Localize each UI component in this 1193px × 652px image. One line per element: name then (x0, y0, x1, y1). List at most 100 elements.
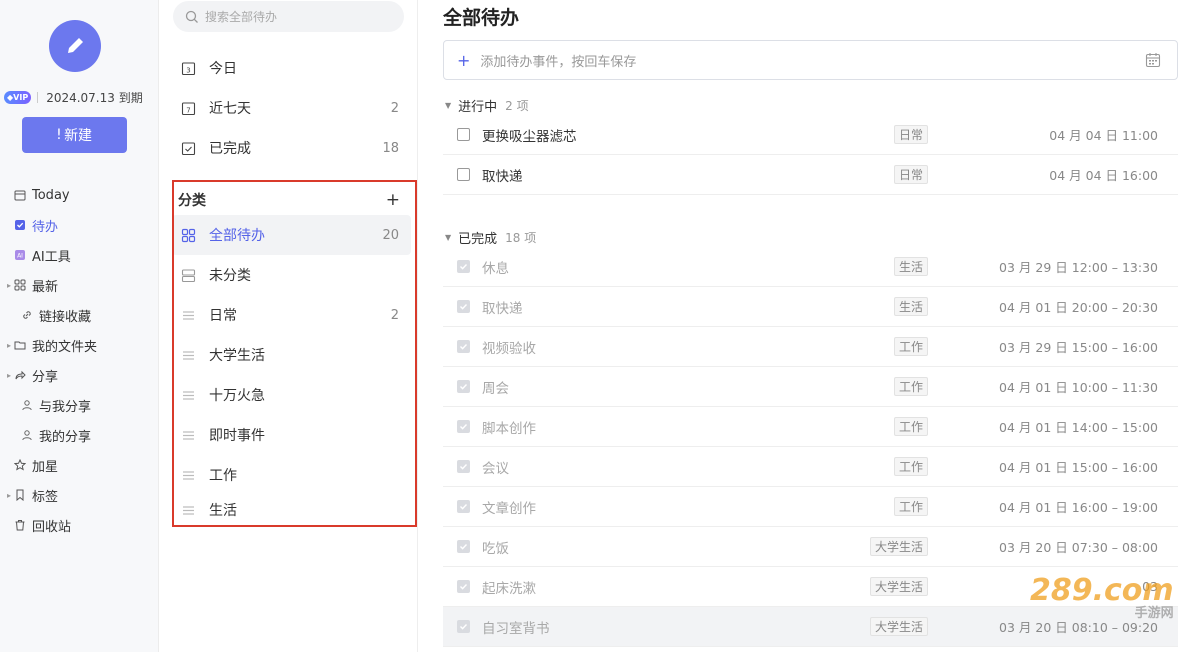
task-tag[interactable]: 工作 (893, 417, 928, 436)
bookmark-icon (14, 489, 26, 501)
task-tag[interactable]: 工作 (893, 337, 928, 356)
nav-item-link-favorites[interactable]: 链接收藏 (0, 300, 159, 330)
checked-checkbox[interactable] (457, 340, 470, 353)
task-checkbox[interactable] (457, 128, 470, 141)
group-completed[interactable]: ▼ 已完成 18 项 (445, 227, 536, 247)
task-tag[interactable]: 大学生活 (869, 577, 928, 596)
new-button[interactable]: ǃ 新建 (22, 117, 127, 153)
nav-item-my-folders[interactable]: ▸ 我的文件夹 (0, 330, 159, 360)
task-row[interactable]: 休息 生活 03 月 29 日 12:00 – 13:30 (443, 247, 1178, 287)
task-row[interactable]: 视频验收 工作 03 月 29 日 15:00 – 16:00 (443, 327, 1178, 367)
check-icon (460, 544, 468, 550)
category-all[interactable]: 全部待办 20 (172, 215, 411, 255)
group-count: 18 项 (505, 230, 537, 245)
caret-right-icon[interactable]: ▸ (4, 371, 14, 380)
checked-checkbox[interactable] (457, 620, 470, 633)
task-row[interactable]: 文章创作 工作 04 月 01 日 16:00 – 19:00 (443, 487, 1178, 527)
task-row[interactable]: 会议 工作 04 月 01 日 15:00 – 16:00 (443, 447, 1178, 487)
task-tag[interactable]: 生活 (893, 257, 928, 276)
category-work[interactable]: 工作 (172, 455, 411, 495)
task-tag[interactable]: 工作 (893, 377, 928, 396)
filter-today[interactable]: 3 今日 (172, 48, 411, 88)
task-row[interactable]: 起床洗漱 大学生活 03 (443, 567, 1178, 607)
task-tag[interactable]: 工作 (893, 497, 928, 516)
nav-item-label: 与我分享 (39, 399, 92, 415)
link-icon (21, 309, 33, 321)
category-daily[interactable]: 日常 2 (172, 295, 411, 335)
task-name: 取快递 (482, 300, 523, 317)
ai-icon: AI (14, 249, 26, 261)
nav-item-label: 待办 (32, 219, 59, 235)
task-date: 04 月 01 日 14:00 – 15:00 (999, 420, 1158, 435)
task-tag[interactable]: 日常 (893, 165, 928, 184)
user-icon (21, 399, 33, 411)
check-icon (460, 344, 468, 350)
task-row[interactable]: 更换吸尘器滤芯 日常 04 月 04 日 11:00 (443, 115, 1178, 155)
category-title: 分类 (178, 193, 206, 209)
nav-item-label: 分享 (32, 369, 59, 385)
nav-item-my-shares[interactable]: 我的分享 (0, 420, 159, 450)
checked-checkbox[interactable] (457, 260, 470, 273)
todo-check-icon (14, 219, 26, 231)
checked-checkbox[interactable] (457, 500, 470, 513)
nav-item-share[interactable]: ▸ 分享 (0, 360, 159, 390)
nav-item-recent[interactable]: ▸ 最新 (0, 270, 159, 300)
task-row[interactable]: 脚本创作 工作 04 月 01 日 14:00 – 15:00 (443, 407, 1178, 447)
category-college-life[interactable]: 大学生活 (172, 335, 411, 375)
category-instant-events[interactable]: 即时事件 (172, 415, 411, 455)
nav-item-todo[interactable]: 待办 (0, 210, 159, 240)
checked-checkbox[interactable] (457, 540, 470, 553)
checked-checkbox[interactable] (457, 300, 470, 313)
checked-checkbox[interactable] (457, 580, 470, 593)
task-name: 文章创作 (482, 500, 536, 517)
checked-checkbox[interactable] (457, 380, 470, 393)
task-row[interactable]: 周会 工作 04 月 01 日 10:00 – 11:30 (443, 367, 1178, 407)
filter-label: 今日 (209, 61, 237, 77)
nav-item-starred[interactable]: 加星 (0, 450, 159, 480)
group-in-progress[interactable]: ▼ 进行中 2 项 (445, 95, 529, 115)
task-row[interactable]: 自习室背书 大学生活 03 月 20 日 08:10 – 09:20 (443, 607, 1178, 647)
list-icon (180, 307, 196, 323)
add-todo-input[interactable]: + 添加待办事件，按回车保存 (443, 40, 1178, 80)
task-tag[interactable]: 生活 (893, 297, 928, 316)
category-label: 未分类 (209, 268, 251, 284)
vip-badge: ◆ VIP (4, 90, 32, 104)
category-uncategorized[interactable]: 未分类 (172, 255, 411, 295)
filter-completed[interactable]: 已完成 18 (172, 128, 411, 168)
task-checkbox[interactable] (457, 168, 470, 181)
task-tag[interactable]: 工作 (893, 457, 928, 476)
check-icon (460, 504, 468, 510)
app-window: ◆ VIP 2024.07.13 到期 ǃ 新建 Today 待办 AI AI工具 ▸ 最新… (0, 0, 1193, 652)
caret-right-icon[interactable]: ▸ (4, 341, 14, 350)
task-date: 03 (1142, 579, 1158, 594)
task-row[interactable]: 取快递 日常 04 月 04 日 16:00 (443, 155, 1178, 195)
nav-item-today[interactable]: Today (0, 180, 159, 210)
category-urgent[interactable]: 十万火急 (172, 375, 411, 415)
new-button-label: 新建 (64, 128, 93, 144)
new-icon: ǃ (56, 127, 62, 143)
task-name: 取快递 (482, 168, 523, 185)
add-category-icon[interactable]: + (386, 190, 400, 210)
category-label: 日常 (209, 308, 237, 324)
filter-next-seven-days[interactable]: 7 近七天 2 (172, 88, 411, 128)
nav-item-shared-with-me[interactable]: 与我分享 (0, 390, 159, 420)
nav-item-label: 加星 (32, 459, 59, 475)
caret-right-icon[interactable]: ▸ (4, 491, 14, 500)
task-tag[interactable]: 大学生活 (869, 617, 928, 636)
task-tag[interactable]: 日常 (893, 125, 928, 144)
task-date: 04 月 01 日 10:00 – 11:30 (999, 380, 1158, 395)
checked-checkbox[interactable] (457, 420, 470, 433)
checked-checkbox[interactable] (457, 460, 470, 473)
nav-item-label: 我的分享 (39, 429, 92, 445)
nav-item-ai-tools[interactable]: AI AI工具 (0, 240, 159, 270)
task-tag[interactable]: 大学生活 (869, 537, 928, 556)
search-input[interactable]: 搜索全部待办 (173, 1, 404, 32)
task-row[interactable]: 取快递 生活 04 月 01 日 20:00 – 20:30 (443, 287, 1178, 327)
user-icon (21, 429, 33, 441)
calendar-picker-icon[interactable] (1145, 52, 1161, 68)
task-row[interactable]: 吃饭 大学生活 03 月 20 日 07:30 – 08:00 (443, 527, 1178, 567)
category-life[interactable]: 生活 (172, 495, 411, 525)
caret-right-icon[interactable]: ▸ (4, 281, 14, 290)
nav-item-tags[interactable]: ▸ 标签 (0, 480, 159, 510)
nav-item-trash[interactable]: 回收站 (0, 510, 159, 540)
